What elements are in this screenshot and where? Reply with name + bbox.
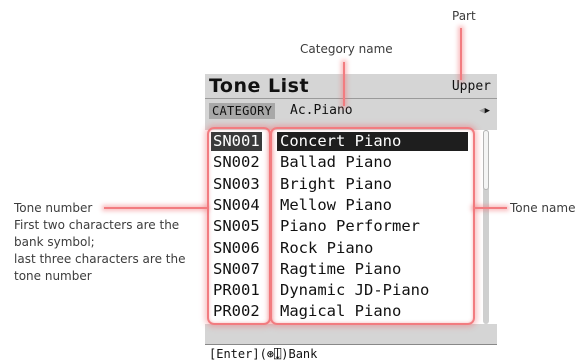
- tone-number-annotation-line: tone number: [14, 269, 92, 283]
- scrollbar-thumb[interactable]: [483, 130, 489, 190]
- tone-number-annotation: Tone number First two characters are the…: [14, 200, 185, 285]
- part-annotation: Part: [452, 9, 476, 23]
- screen-title: Tone List: [209, 75, 310, 97]
- category-name-annotation: Category name: [300, 42, 393, 56]
- part-value: Upper: [451, 79, 491, 94]
- footer-hint: [Enter](⊛⍗)Bank: [205, 344, 497, 363]
- category-row[interactable]: CATEGORY Ac.Piano ◀▶: [205, 101, 497, 121]
- tone-number-leader-line: [104, 207, 207, 209]
- tone-number-annotation-line: bank symbol;: [14, 235, 95, 249]
- tone-number-annotation-line: First two characters are the: [14, 218, 180, 232]
- tone-number-annotation-line: last three characters are the: [14, 252, 186, 266]
- tone-name-highlight: [270, 127, 475, 325]
- part-leader-line: [460, 28, 462, 80]
- category-leader-line: [343, 62, 345, 106]
- category-label: CATEGORY: [209, 103, 276, 119]
- title-bar: Tone List Upper: [205, 74, 497, 99]
- tone-number-highlight: [207, 127, 271, 325]
- scrollbar[interactable]: [483, 130, 489, 324]
- tone-name-annotation: Tone name: [510, 201, 576, 215]
- category-arrows[interactable]: ◀▶: [479, 104, 490, 118]
- right-arrow-icon[interactable]: ▶: [485, 106, 490, 116]
- tone-name-leader-line: [473, 207, 507, 209]
